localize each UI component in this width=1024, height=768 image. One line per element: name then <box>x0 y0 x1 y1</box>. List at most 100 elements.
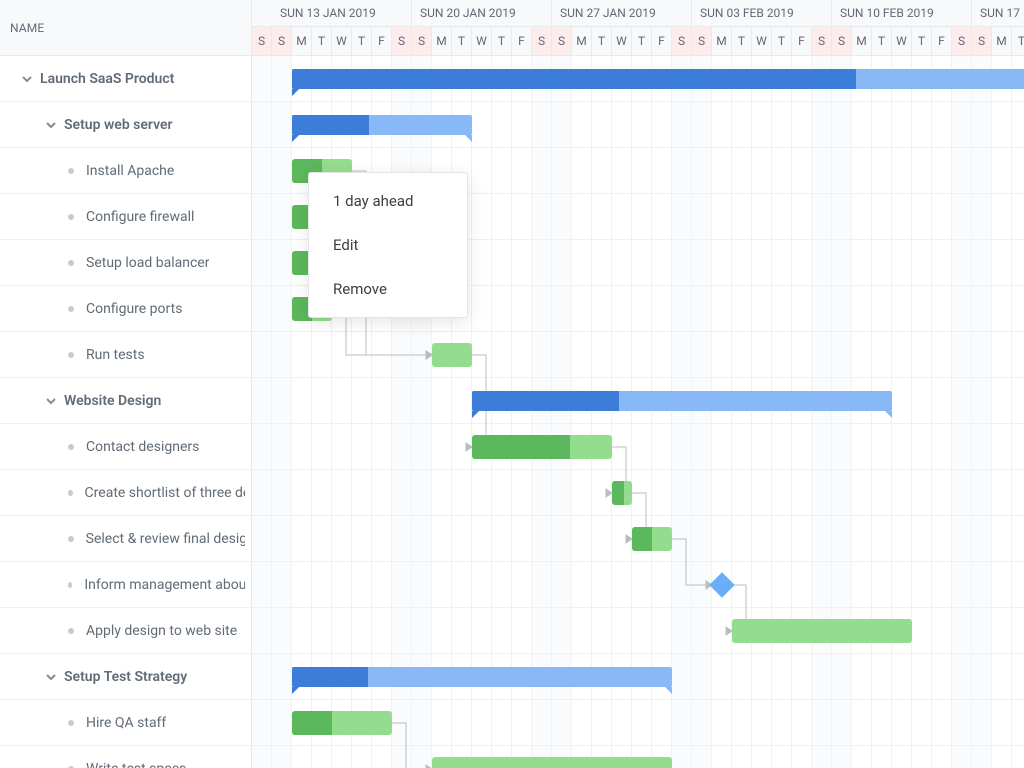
context-menu[interactable]: 1 day aheadEditRemove <box>308 172 468 318</box>
task-bar[interactable] <box>632 527 672 551</box>
gantt-panel: SUN 13 JAN 2019SUN 20 JAN 2019SUN 27 JAN… <box>252 0 1024 768</box>
day-header: T <box>872 27 892 55</box>
day-header: W <box>332 27 352 55</box>
task-bar[interactable] <box>432 343 472 367</box>
tree-row[interactable]: Create shortlist of three designers <box>0 470 251 516</box>
day-header: M <box>852 27 872 55</box>
bullet-icon <box>68 720 74 726</box>
day-header: F <box>372 27 392 55</box>
context-menu-item[interactable]: Edit <box>309 223 467 267</box>
bullet-icon <box>68 260 74 266</box>
name-column-label: NAME <box>10 21 44 35</box>
day-header: M <box>992 27 1012 55</box>
tree-row[interactable]: Inform management about decision <box>0 562 251 608</box>
tree-label: Setup load balancer <box>86 255 209 271</box>
day-header: W <box>472 27 492 55</box>
day-header: M <box>432 27 452 55</box>
day-header: W <box>612 27 632 55</box>
task-tree: Launch SaaS Product Setup web server Insta… <box>0 56 251 768</box>
day-header: S <box>392 27 412 55</box>
tree-row[interactable]: Contact designers <box>0 424 251 470</box>
day-header: M <box>292 27 312 55</box>
task-bar[interactable] <box>732 619 912 643</box>
tree-row[interactable]: Setup web server <box>0 102 251 148</box>
tree-label: Setup Test Strategy <box>64 669 187 685</box>
task-bar[interactable] <box>432 757 672 768</box>
week-header: SUN 20 JAN 2019 <box>412 0 552 26</box>
day-header: T <box>452 27 472 55</box>
week-header: SUN 10 FEB 2019 <box>832 0 972 26</box>
summary-bar[interactable] <box>292 115 472 135</box>
summary-bar[interactable] <box>472 391 892 411</box>
tree-row[interactable]: Launch SaaS Product <box>0 56 251 102</box>
task-bar[interactable] <box>292 711 392 735</box>
summary-bar[interactable] <box>292 667 672 687</box>
tree-label: Launch SaaS Product <box>40 71 174 87</box>
tree-label: Contact designers <box>86 439 199 455</box>
task-tree-panel: NAME Launch SaaS Product Setup web server… <box>0 0 252 768</box>
tree-row[interactable]: Run tests <box>0 332 251 378</box>
day-header: S <box>812 27 832 55</box>
bullet-icon <box>68 306 74 312</box>
tree-row[interactable]: Website Design <box>0 378 251 424</box>
chevron-down-icon[interactable] <box>42 392 60 410</box>
day-header: T <box>492 27 512 55</box>
tree-row[interactable]: Configure firewall <box>0 194 251 240</box>
bullet-icon <box>68 352 74 358</box>
tree-label: Website Design <box>64 393 161 409</box>
day-header: S <box>252 27 272 55</box>
chevron-down-icon[interactable] <box>42 668 60 686</box>
tree-row[interactable]: Select & review final design <box>0 516 251 562</box>
day-header: T <box>312 27 332 55</box>
day-header: T <box>732 27 752 55</box>
bullet-icon <box>68 214 74 220</box>
bullet-icon <box>68 490 73 496</box>
day-header: F <box>652 27 672 55</box>
tree-label: Apply design to web site <box>86 623 237 639</box>
tree-row[interactable]: Setup load balancer <box>0 240 251 286</box>
day-header: S <box>672 27 692 55</box>
tree-row[interactable]: Hire QA staff <box>0 700 251 746</box>
week-header: SUN 27 JAN 2019 <box>552 0 692 26</box>
week-header: SUN 17 <box>972 0 1024 26</box>
day-header: T <box>1012 27 1024 55</box>
tree-label: Run tests <box>86 347 145 363</box>
tree-row[interactable]: Write test specs <box>0 746 251 768</box>
milestone[interactable] <box>709 572 734 597</box>
tree-row[interactable]: Apply design to web site <box>0 608 251 654</box>
tree-label: Configure firewall <box>86 209 194 225</box>
context-menu-item[interactable]: Remove <box>309 267 467 311</box>
day-header: S <box>532 27 552 55</box>
tree-label: Hire QA staff <box>86 715 166 731</box>
tree-row[interactable]: Install Apache <box>0 148 251 194</box>
tree-label: Write test specs <box>86 761 186 768</box>
gantt-bars <box>252 56 1024 768</box>
tree-label: Select & review final design <box>86 531 245 547</box>
day-header: S <box>972 27 992 55</box>
day-header: W <box>892 27 912 55</box>
day-header: T <box>592 27 612 55</box>
tree-label: Install Apache <box>86 163 174 179</box>
task-bar[interactable] <box>612 481 632 505</box>
chevron-down-icon[interactable] <box>42 116 60 134</box>
bullet-icon <box>68 168 74 174</box>
week-header: SUN 03 FEB 2019 <box>692 0 832 26</box>
day-header: S <box>412 27 432 55</box>
task-bar[interactable] <box>472 435 612 459</box>
day-header: T <box>772 27 792 55</box>
summary-bar[interactable] <box>292 69 1024 89</box>
chevron-down-icon[interactable] <box>18 70 36 88</box>
day-header: S <box>552 27 572 55</box>
bullet-icon <box>68 628 74 634</box>
tree-label: Setup web server <box>64 117 173 133</box>
day-header: M <box>572 27 592 55</box>
tree-row[interactable]: Configure ports <box>0 286 251 332</box>
day-header: T <box>632 27 652 55</box>
context-menu-item[interactable]: 1 day ahead <box>309 179 467 223</box>
day-header: T <box>352 27 372 55</box>
day-header: S <box>952 27 972 55</box>
day-header: F <box>792 27 812 55</box>
day-header: F <box>512 27 532 55</box>
tree-row[interactable]: Setup Test Strategy <box>0 654 251 700</box>
timeline-weeks-row: SUN 13 JAN 2019SUN 20 JAN 2019SUN 27 JAN… <box>252 0 1024 27</box>
